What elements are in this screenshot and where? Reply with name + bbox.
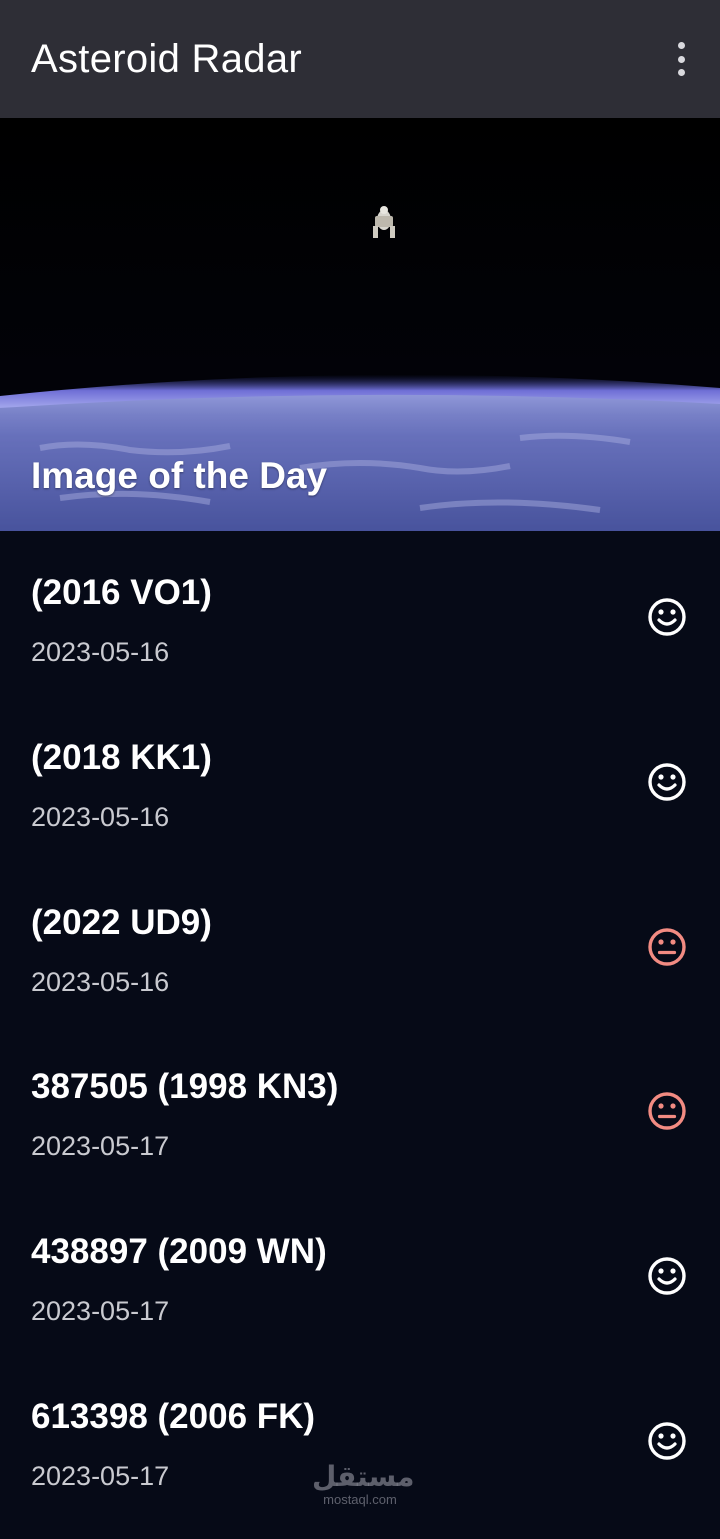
neutral-face-icon (647, 1091, 687, 1131)
asteroid-row[interactable]: 438897 (2009 WN) 2023-05-17 (0, 1190, 720, 1355)
more-vert-icon[interactable] (668, 38, 694, 80)
happy-face-icon (647, 1256, 687, 1296)
happy-face-icon (647, 762, 687, 802)
watermark: مستقل mostaql.com (312, 1460, 415, 1508)
asteroid-date: 2023-05-16 (31, 801, 170, 832)
hero-caption: Image of the Day (31, 454, 328, 496)
asteroid-row[interactable]: (2016 VO1) 2023-05-16 (0, 531, 720, 696)
asteroid-name: 613398 (2006 FK) (31, 1396, 316, 1436)
asteroid-date: 2023-05-17 (31, 1131, 170, 1162)
app-bar: Asteroid Radar (0, 0, 720, 118)
asteroid-row[interactable]: (2018 KK1) 2023-05-16 (0, 696, 720, 861)
hero-caption-bar: Image of the Day (0, 416, 720, 531)
app-screen: Asteroid Radar Image of the Day (2016 VO… (0, 0, 720, 1539)
asteroid-row[interactable]: 387505 (1998 KN3) 2023-05-17 (0, 1025, 720, 1190)
asteroid-list: (2016 VO1) 2023-05-16 (2018 KK1) 2023-05-16… (0, 531, 720, 1520)
watermark-arabic: مستقل (312, 1460, 415, 1493)
app-title: Asteroid Radar (31, 36, 302, 81)
asteroid-name: (2022 UD9) (31, 902, 212, 942)
asteroid-name: (2018 KK1) (31, 737, 212, 777)
asteroid-date: 2023-05-17 (31, 1296, 170, 1327)
asteroid-row[interactable]: (2022 UD9) 2023-05-16 (0, 861, 720, 1026)
asteroid-name: 387505 (1998 KN3) (31, 1067, 339, 1107)
asteroid-date: 2023-05-17 (31, 1460, 170, 1491)
asteroid-name: (2016 VO1) (31, 573, 212, 612)
asteroid-date: 2023-05-16 (31, 637, 170, 667)
image-of-the-day[interactable]: Image of the Day (0, 118, 720, 531)
asteroid-name: 438897 (2009 WN) (31, 1232, 327, 1272)
neutral-face-icon (647, 927, 687, 967)
happy-face-icon (647, 1421, 687, 1461)
happy-face-icon (647, 597, 687, 637)
watermark-latin: mostaql.com (323, 1492, 397, 1507)
asteroid-date: 2023-05-16 (31, 966, 170, 997)
